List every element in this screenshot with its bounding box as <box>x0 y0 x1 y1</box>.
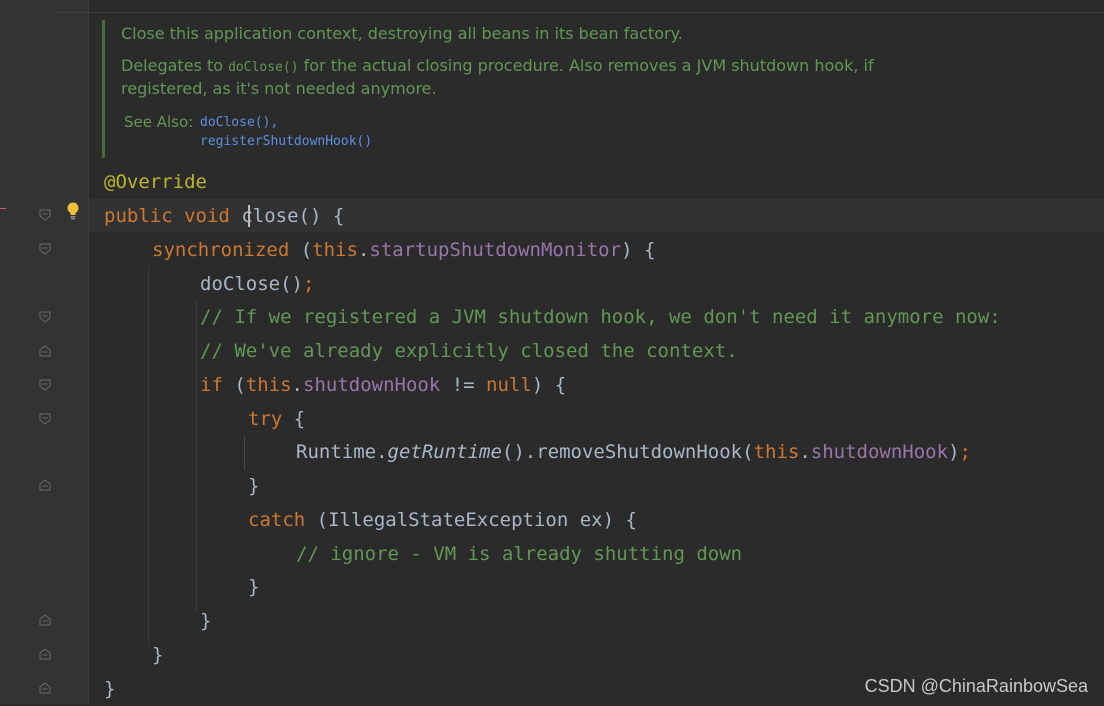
brace-close-if: } <box>200 610 212 632</box>
fold-end-icon[interactable] <box>39 345 51 357</box>
fold-start-icon[interactable] <box>39 413 51 425</box>
field-shutdown-hook: shutdownHook <box>810 441 949 463</box>
dot: . <box>291 374 303 396</box>
fold-end-icon[interactable] <box>39 682 51 694</box>
indent-guide <box>244 436 245 470</box>
dot: . <box>799 441 811 463</box>
operator-neq: != <box>440 374 487 396</box>
kw-if: if <box>200 374 223 396</box>
kw-public: public <box>104 205 173 227</box>
kw-this: this <box>245 374 292 396</box>
semicolon: ; <box>302 273 315 295</box>
doc-delegates-rest: for the actual closing procedure. Also r… <box>298 56 874 75</box>
method-params: () { <box>298 205 345 227</box>
doc-summary: Close this application context, destroyi… <box>121 24 683 43</box>
kw-try: try <box>248 408 283 430</box>
rendered-javadoc: Close this application context, destroyi… <box>102 20 885 158</box>
catch-params: (IllegalStateException ex) { <box>305 509 637 531</box>
kw-null: null <box>486 374 532 396</box>
paren-close: ) { <box>621 239 656 261</box>
kw-this: this <box>753 441 800 463</box>
code-line-synchronized: synchronized (this.startupShutdownMonito… <box>152 233 655 267</box>
brace-close-method: } <box>104 678 116 700</box>
code-line-try: try { <box>248 402 305 436</box>
paren-open: ( <box>289 239 313 261</box>
watermark: CSDN @ChinaRainbowSea <box>864 676 1088 696</box>
fold-start-icon[interactable] <box>39 379 51 391</box>
change-marker <box>0 208 6 209</box>
dot: . <box>357 239 370 261</box>
fold-end-icon[interactable] <box>39 648 51 660</box>
brace-close-synchronized: } <box>152 644 164 666</box>
kw-void: void <box>184 205 230 227</box>
semicolon: ; <box>959 441 971 463</box>
brace-close-try: } <box>248 475 260 497</box>
paren-close: ) <box>948 441 960 463</box>
see-also-link-doclose[interactable]: doClose(), <box>200 115 278 130</box>
brace-open: { <box>282 408 306 430</box>
paren-open: ( <box>222 374 246 396</box>
annotation-override: @Override <box>104 171 207 193</box>
method-getruntime: getRuntime <box>387 441 502 463</box>
see-also-link-registershutdownhook[interactable]: registerShutdownHook() <box>200 134 372 149</box>
text-caret <box>248 205 250 227</box>
code-line-method-signature: public void close() { <box>104 199 344 233</box>
see-also-label: See Also: <box>124 113 194 131</box>
code-line-remove-hook: Runtime.getRuntime().removeShutdownHook(… <box>296 435 971 469</box>
fold-end-icon[interactable] <box>39 614 51 626</box>
indent-guide <box>148 266 149 646</box>
code-line-catch: catch (IllegalStateException ex) { <box>248 503 637 537</box>
fold-start-icon[interactable] <box>39 243 51 255</box>
doc-delegates-prefix: Delegates to <box>121 56 229 75</box>
fold-start-icon[interactable] <box>39 311 51 323</box>
call-doclose: doClose() <box>200 273 303 295</box>
kw-this: this <box>312 239 358 261</box>
fold-end-icon[interactable] <box>39 479 51 491</box>
doc-delegates-code: doClose() <box>228 60 299 75</box>
doc-delegates: Delegates to doClose() for the actual cl… <box>121 55 874 79</box>
fold-start-icon[interactable] <box>39 209 51 221</box>
doc-delegates-line2: registered, as it's not needed anymore. <box>121 79 437 98</box>
gutter-separator <box>88 0 89 704</box>
comment-ignore: // ignore - VM is already shutting down <box>296 543 743 565</box>
brace-close-catch: } <box>248 576 260 598</box>
field-shutdown-hook: shutdownHook <box>303 374 441 396</box>
kw-catch: catch <box>248 509 306 531</box>
comment-line-1: // If we registered a JVM shutdown hook,… <box>200 306 1001 328</box>
call-remove-hook: ().removeShutdownHook( <box>501 441 754 463</box>
kw-synchronized: synchronized <box>152 239 290 261</box>
indent-guide <box>196 300 197 612</box>
code-line-if: if (this.shutdownHook != null) { <box>200 368 566 402</box>
field-startup-monitor: startupShutdownMonitor <box>369 239 622 261</box>
lightbulb-icon[interactable] <box>66 202 80 224</box>
code-line-doclose: doClose(); <box>200 267 314 301</box>
class-runtime: Runtime. <box>296 441 388 463</box>
paren-close: ) { <box>531 374 567 396</box>
top-separator <box>56 12 1104 13</box>
comment-line-2: // We've already explicitly closed the c… <box>200 340 738 362</box>
